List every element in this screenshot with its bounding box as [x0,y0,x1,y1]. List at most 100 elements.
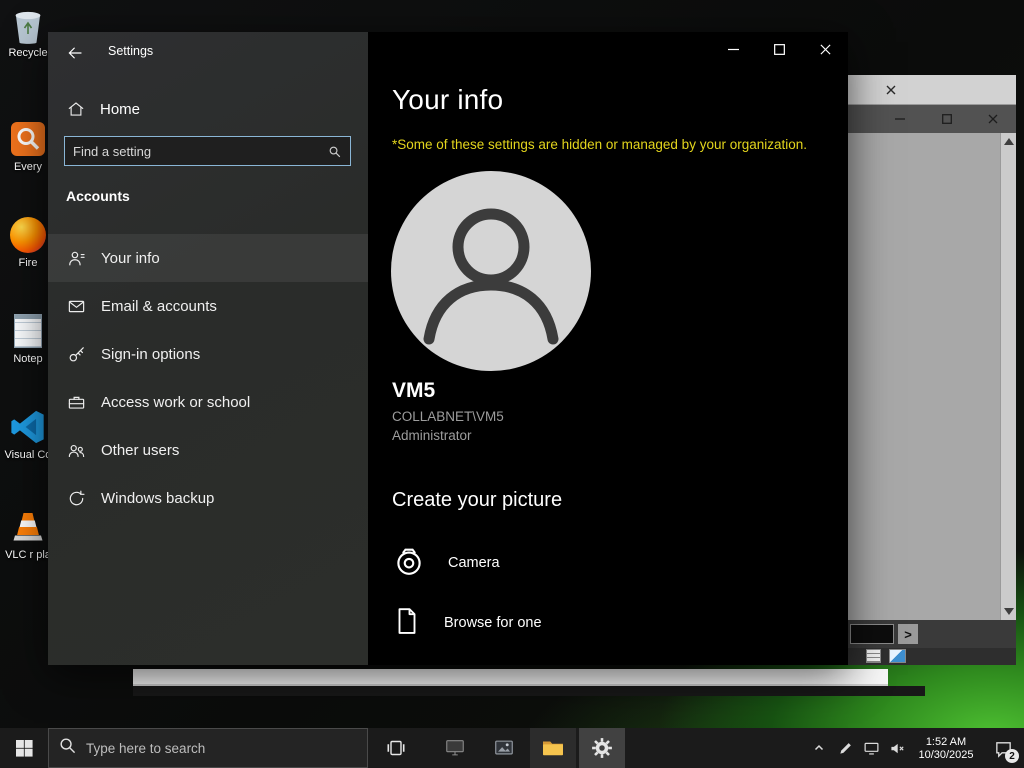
notepad-icon [9,312,47,350]
tray-network-icon[interactable] [858,728,884,768]
background-status-row [848,648,1016,665]
background-titlebar [848,105,1016,133]
search-icon [59,737,76,759]
browse-button[interactable]: Browse for one [392,606,542,640]
desktop-icon-label: Every [13,161,43,173]
sidebar-item-label: Access work or school [101,393,251,411]
task-view-button[interactable] [374,728,418,768]
tray-volume-muted-icon[interactable] [884,728,910,768]
vlc-icon [9,508,47,546]
taskbar-spacer [625,728,806,768]
create-picture-heading: Create your picture [392,489,563,511]
sidebar-item-label: Sign-in options [101,345,201,363]
background-window-body [848,133,1016,620]
settings-sidebar: Settings Home Accounts [48,32,368,665]
go-button[interactable]: > [898,624,918,644]
search-icon [327,144,342,159]
everything-search-icon [9,120,47,158]
desktop-icon-label: VLC r pla [5,549,51,561]
desktop-icon-label: Recycle [8,47,48,59]
sidebar-item-label: Your info [101,249,160,267]
taskbar-search-box [48,728,368,768]
vscode-icon [9,408,47,446]
sidebar-item-windows-backup[interactable]: Windows backup [48,474,368,522]
notification-badge: 2 [1005,749,1019,763]
minimize-icon[interactable] [710,32,756,66]
person-icon [66,248,86,268]
start-button[interactable] [0,728,48,768]
monitor-icon [446,740,464,756]
task-view-icon [387,740,405,756]
background-input[interactable] [850,624,894,644]
sidebar-item-label: Other users [101,441,180,459]
browse-label: Browse for one [444,615,542,631]
action-center-button[interactable]: 2 [982,728,1024,768]
taskbar-app-monitor[interactable] [432,728,478,768]
background-window-shadow [133,686,925,696]
desktop: Recycle Every Fire Notep Visual Co VLC r… [0,0,1024,768]
close-icon[interactable] [802,32,848,66]
taskbar-app-settings[interactable] [579,728,625,768]
clock-date: 10/30/2025 [918,748,974,761]
scroll-down-icon[interactable] [1003,608,1014,615]
sidebar-item-home[interactable]: Home [48,90,368,128]
org-managed-notice: *Some of these settings are hidden or ma… [392,137,808,152]
close-icon[interactable] [882,81,900,99]
list-icon[interactable] [866,649,881,663]
taskbar-app-file-explorer[interactable] [530,728,576,768]
account-domain: COLLABNET\VM5 [392,409,504,424]
camera-button[interactable]: Camera [392,544,500,582]
sidebar-item-label: Email & accounts [101,297,217,315]
camera-label: Camera [448,555,500,571]
maximize-icon[interactable] [756,32,802,66]
folder-icon [543,741,563,756]
file-icon [392,606,422,640]
sidebar-item-label: Home [100,100,141,118]
settings-content: Your info *Some of these settings are hi… [368,32,848,665]
scroll-up-icon[interactable] [1003,138,1014,145]
clock-time: 1:52 AM [925,735,967,748]
back-button[interactable] [62,40,88,66]
sidebar-nav: Your info Email & accounts Sign-in optio… [48,234,368,522]
people-icon [66,440,86,460]
recycle-bin-icon [9,6,47,44]
sidebar-item-sign-in-options[interactable]: Sign-in options [48,330,368,378]
home-icon [66,99,86,119]
taskbar-app-photos[interactable] [481,728,527,768]
desktop-icon-label: Visual Co [4,449,52,461]
background-input-bar: > [848,620,1016,648]
camera-icon [392,544,426,582]
mail-icon [66,296,86,316]
image-icon [495,740,513,755]
page-title: Your info [392,84,504,115]
key-icon [66,344,86,364]
briefcase-icon [66,392,86,412]
settings-search-input[interactable] [65,143,327,159]
sync-icon [66,488,86,508]
tray-chevron-up-icon[interactable] [806,728,832,768]
desktop-icon-label: Notep [13,353,43,365]
maximize-icon[interactable] [939,111,955,127]
desktop-icon-label: Fire [18,257,38,269]
taskbar-search-input[interactable] [86,740,357,756]
scrollbar[interactable] [1000,133,1016,620]
settings-window: Settings Home Accounts [48,32,848,665]
window-controls [710,32,848,66]
taskbar-clock[interactable]: 1:52 AM 10/30/2025 [910,735,982,762]
background-window-edge [133,669,888,686]
sidebar-item-your-info[interactable]: Your info [48,234,368,282]
windows-logo-icon [15,739,33,757]
close-icon[interactable] [985,111,1001,127]
tray-pen-icon[interactable] [832,728,858,768]
sidebar-item-other-users[interactable]: Other users [48,426,368,474]
gear-icon [592,738,612,758]
system-tray: 1:52 AM 10/30/2025 2 [806,728,1024,768]
account-name: VM5 [392,379,436,402]
sidebar-item-email-accounts[interactable]: Email & accounts [48,282,368,330]
background-window: > [848,75,1016,665]
sidebar-item-access-work-school[interactable]: Access work or school [48,378,368,426]
app-icon[interactable] [889,649,906,663]
minimize-icon[interactable] [892,111,908,127]
firefox-icon [9,216,47,254]
background-tabstrip [848,75,1016,105]
